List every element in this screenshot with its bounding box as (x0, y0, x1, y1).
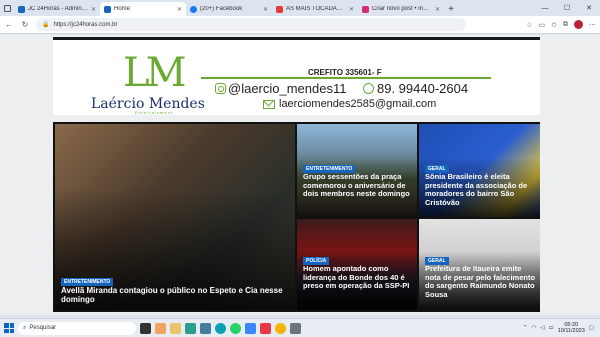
star-icon[interactable]: ☆ (526, 21, 532, 29)
whatsapp-icon (363, 83, 374, 94)
address-bar: ← ↻ 🔒 https://jc24horas.com.br ☆ ▭ ✩ ⧉ ⋯ (0, 16, 600, 34)
taskbar: ⌕ Pesquisar ⌃ ◠ ◁ ▭ 05:20 10/11/2023 ▢ (0, 318, 600, 337)
close-tab-icon[interactable]: ✕ (349, 6, 354, 13)
news-card[interactable]: ENTRETENIMENTO Grupo sessentões da praça… (297, 124, 417, 217)
email-icon (263, 99, 275, 109)
whatsapp-contact: 89. 99440-2604 (363, 81, 468, 96)
close-tab-icon[interactable]: ✕ (435, 6, 440, 13)
url-text: https://jc24horas.com.br (53, 21, 118, 28)
tab-admin[interactable]: JC 24Horas - Administração ✕ (14, 2, 100, 16)
tab-title: (20+) Facebook (200, 6, 243, 12)
favorites-icon[interactable]: ✩ (551, 21, 557, 29)
taskbar-search[interactable]: ⌕ Pesquisar (18, 321, 136, 335)
media-icon[interactable] (260, 322, 271, 334)
back-icon[interactable]: ← (4, 20, 14, 29)
search-icon: ⌕ (23, 324, 27, 331)
more-icon[interactable]: ⋯ (589, 21, 596, 29)
notifications-icon[interactable]: ▢ (589, 325, 594, 331)
email-contact: laerciomendes2585@gmail.com (263, 98, 436, 110)
windows-start-icon[interactable] (4, 323, 14, 333)
credito-text: CREFITO 335601- F (308, 68, 382, 77)
news-card[interactable]: GERAL Prefeitura de Itaueira emite nota … (419, 219, 540, 310)
logo-letter-l: L (123, 50, 149, 96)
volume-icon[interactable]: ◁ (540, 325, 544, 331)
minimize-icon[interactable]: — (534, 0, 556, 16)
close-tab-icon[interactable]: ✕ (177, 6, 182, 13)
news-grid: ENTRETENIMENTO Avellã Miranda contagiou … (53, 122, 540, 312)
instagram-icon (362, 5, 369, 13)
site-logo[interactable]: LM (123, 50, 187, 96)
clock-date: 10/11/2023 (557, 328, 585, 334)
profile-avatar[interactable] (574, 20, 583, 29)
battery-icon[interactable]: ▭ (548, 325, 553, 331)
tab-facebook[interactable]: (20+) Facebook ✕ (186, 2, 272, 16)
news-headline[interactable]: Prefeitura de Itaueira emite nota de pes… (425, 264, 537, 300)
favicon-icon (104, 5, 111, 13)
photos-icon[interactable] (245, 322, 256, 334)
logo-letter-m: M (145, 50, 187, 96)
close-tab-icon[interactable]: ✕ (91, 6, 96, 13)
url-field[interactable]: 🔒 https://jc24horas.com.br (36, 18, 466, 31)
whatsapp-number: 89. 99440-2604 (377, 81, 469, 96)
tab-home[interactable]: Home ✕ (100, 2, 186, 16)
search-placeholder: Pesquisar (29, 325, 57, 331)
logo-subtitle: Entertainment (135, 110, 173, 115)
mail-icon[interactable] (200, 322, 211, 334)
whatsapp-app-icon[interactable] (230, 322, 241, 334)
page-content: LM Laércio Mendes Entertainment CREFITO … (0, 35, 600, 315)
maximize-icon[interactable]: ☐ (556, 0, 578, 16)
lock-icon: 🔒 (42, 22, 50, 28)
instagram-icon (215, 83, 226, 94)
close-tab-icon[interactable]: ✕ (263, 6, 268, 13)
divider (201, 77, 491, 79)
chrome-icon[interactable] (275, 322, 286, 334)
widgets-icon[interactable] (155, 322, 166, 334)
window-controls: — ☐ ✕ (534, 0, 600, 16)
browser-toolbar: ☆ ▭ ✩ ⧉ ⋯ (526, 20, 596, 29)
instagram-handle: @laercio_mendes11 (228, 81, 347, 96)
collections-icon[interactable]: ⧉ (563, 21, 568, 29)
chevron-up-icon[interactable]: ⌃ (523, 325, 528, 331)
system-tray: ⌃ ◠ ◁ ▭ 05:20 10/11/2023 ▢ (523, 322, 600, 335)
close-window-icon[interactable]: ✕ (578, 0, 600, 16)
news-headline[interactable]: Sônia Brasileiro é eleita presidente da … (425, 172, 537, 208)
tab-title: Home (114, 6, 131, 12)
favicon-icon (18, 5, 25, 13)
reload-icon[interactable]: ↻ (20, 20, 30, 29)
news-card-featured[interactable]: ENTRETENIMENTO Avellã Miranda contagiou … (55, 124, 295, 310)
tab-youtube[interactable]: AS MAIS TOCADAS DO REI "S ✕ (272, 2, 358, 16)
browser-tab-bar: JC 24Horas - Administração ✕ Home ✕ (20+… (0, 0, 600, 16)
edge-icon[interactable] (215, 322, 226, 334)
youtube-icon (276, 5, 283, 13)
new-tab-button[interactable]: + (444, 2, 458, 16)
tab-title: Criar novo post • Instagram (372, 6, 432, 12)
tab-instagram[interactable]: Criar novo post • Instagram ✕ (358, 2, 444, 16)
file-explorer-icon[interactable] (170, 322, 181, 334)
news-headline[interactable]: Grupo sessentões da praça comemorou o an… (303, 172, 415, 199)
store-icon[interactable] (185, 322, 196, 334)
category-badge[interactable]: ENTRETENIMENTO (61, 278, 114, 286)
news-card[interactable]: POLÍCIA Homem apontado como liderança do… (297, 219, 417, 310)
email-address: laerciomendes2585@gmail.com (279, 98, 437, 110)
split-view-icon[interactable]: ▭ (539, 21, 546, 29)
tab-title: AS MAIS TOCADAS DO REI "S (286, 6, 346, 12)
site-header: LM Laércio Mendes Entertainment CREFITO … (53, 37, 540, 115)
news-card[interactable]: GERAL Sônia Brasileiro é eleita presiden… (419, 124, 540, 217)
wifi-icon[interactable]: ◠ (531, 325, 536, 331)
instagram-contact: @laercio_mendes11 (215, 81, 346, 96)
tab-title: JC 24Horas - Administração (28, 6, 88, 12)
news-headline[interactable]: Avellã Miranda contagiou o público no Es… (61, 286, 283, 304)
facebook-icon (190, 5, 197, 13)
settings-icon[interactable] (290, 322, 301, 334)
window-menu-icon[interactable] (0, 0, 14, 16)
news-headline[interactable]: Homem apontado como liderança do Bonde d… (303, 264, 415, 291)
clock[interactable]: 05:20 10/11/2023 (558, 322, 585, 335)
task-view-icon[interactable] (140, 322, 151, 334)
